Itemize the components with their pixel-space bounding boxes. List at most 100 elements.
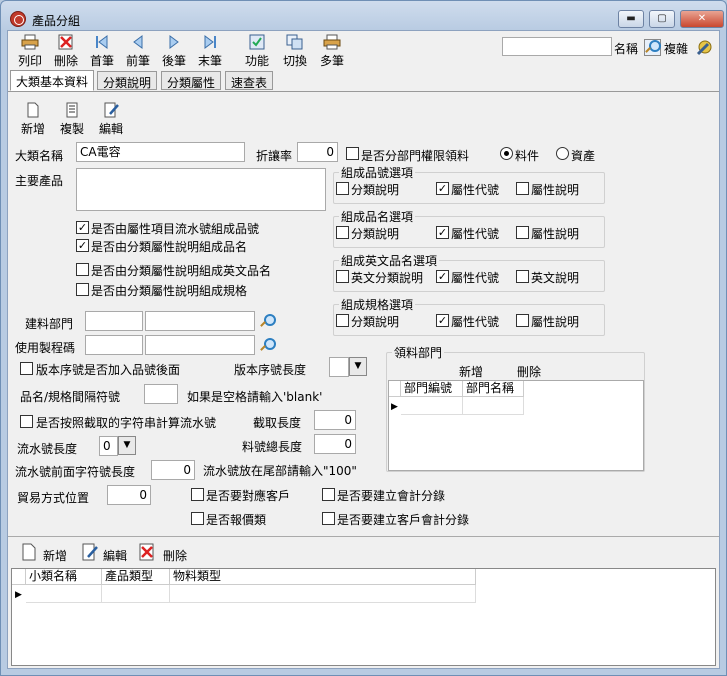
add-label: 新增: [20, 122, 45, 136]
dept-delete-button[interactable]: 刪除: [517, 363, 541, 380]
name-sep-input[interactable]: [144, 384, 178, 404]
bottom-edit-button[interactable]: 編輯: [103, 547, 127, 564]
part-name-opt3-checkbox[interactable]: [516, 226, 529, 239]
total-len-input[interactable]: 0: [314, 434, 356, 454]
toolbar-search-input[interactable]: [502, 37, 612, 56]
bottom-add-button[interactable]: 新增: [43, 547, 67, 564]
sub-row-material-type-cell[interactable]: [170, 585, 476, 603]
serial-len-dropdown[interactable]: ▼: [118, 436, 136, 455]
check-attr-eng-name[interactable]: [76, 263, 89, 276]
dept-permission-checkbox[interactable]: [346, 147, 359, 160]
dept-row-name-cell[interactable]: [463, 397, 524, 415]
minimize-button[interactable]: ▬: [618, 10, 644, 28]
spec-opt3-checkbox[interactable]: [516, 314, 529, 327]
trade-pos-input[interactable]: 0: [107, 485, 151, 505]
part-name-opt2-checkbox[interactable]: ✓: [436, 226, 449, 239]
tab-quick-lookup[interactable]: 速查表: [225, 71, 274, 90]
create-cust-acct-checkbox[interactable]: [322, 512, 335, 525]
close-button[interactable]: ✕: [680, 10, 724, 28]
trade-pos-label: 貿易方式位置: [17, 491, 90, 505]
match-customer-label: 是否要對應客戶: [206, 489, 291, 503]
version-len-dropdown[interactable]: ▼: [349, 357, 367, 376]
part-no-options-group: 組成品號選項 分類說明 ✓ 屬性代號 屬性說明: [333, 164, 605, 204]
next-record-button[interactable]: 後筆: [154, 31, 194, 73]
dept-grid-col-name: 部門名稱: [463, 381, 524, 397]
check-attr-spec[interactable]: [76, 283, 89, 296]
need-quote-checkbox[interactable]: [191, 512, 204, 525]
maximize-button[interactable]: ▢: [649, 10, 675, 28]
build-dept-code-input[interactable]: [85, 311, 143, 331]
cut-len-input[interactable]: 0: [314, 410, 356, 430]
serial-len-select[interactable]: 0: [99, 436, 118, 456]
bottom-edit-icon[interactable]: [81, 543, 99, 561]
check-attr-name-label: 是否由分類屬性說明組成品名: [91, 240, 248, 254]
dept-grid-col-code: 部門編號: [401, 381, 463, 397]
sub-row-product-type-cell[interactable]: [102, 585, 170, 603]
need-quote-label: 是否報價類: [206, 513, 267, 527]
copy-button[interactable]: 複製: [52, 99, 92, 141]
switch-button[interactable]: 切換: [275, 31, 315, 73]
dept-row-indicator: ▶: [391, 402, 398, 412]
category-name-input[interactable]: CA電容: [76, 142, 245, 162]
last-record-button[interactable]: 末筆: [190, 31, 230, 73]
match-customer-checkbox[interactable]: [191, 488, 204, 501]
delete-button[interactable]: 刪除: [46, 31, 86, 73]
eng-name-opt3-label: 英文說明: [531, 271, 580, 285]
eng-name-opt3-checkbox[interactable]: [516, 270, 529, 283]
sub-grid-corner: [12, 569, 26, 585]
search-icon[interactable]: [644, 39, 661, 56]
bottom-delete-icon[interactable]: [138, 543, 156, 561]
settings-icon[interactable]: [694, 36, 716, 58]
prev-record-button[interactable]: 前筆: [118, 31, 158, 73]
material-radio[interactable]: [500, 147, 513, 160]
part-name-opt1-checkbox[interactable]: [336, 226, 349, 239]
bottom-delete-button[interactable]: 刪除: [163, 547, 187, 564]
version-len-select[interactable]: [329, 357, 349, 377]
asset-radio[interactable]: [556, 147, 569, 160]
dept-add-button[interactable]: 新增: [459, 363, 483, 380]
sub-row-name-cell[interactable]: [26, 585, 102, 603]
use-code-label: 使用製程碼: [15, 341, 76, 355]
spec-opt2-label: 屬性代號: [451, 315, 500, 329]
check-attr-name[interactable]: ✓: [76, 239, 89, 252]
part-no-opt3-checkbox[interactable]: [516, 182, 529, 195]
serial-prefix-len-input[interactable]: 0: [151, 460, 195, 480]
print-button[interactable]: 列印: [10, 31, 50, 73]
main-product-textarea[interactable]: [76, 168, 326, 211]
multi-record-button[interactable]: 多筆: [312, 31, 352, 73]
function-icon: [249, 34, 265, 50]
spec-opt2-checkbox[interactable]: ✓: [436, 314, 449, 327]
first-record-button[interactable]: 首筆: [82, 31, 122, 73]
part-name-opt2-label: 屬性代號: [451, 227, 500, 241]
printer-icon: [21, 34, 39, 50]
part-no-opt2-checkbox[interactable]: ✓: [436, 182, 449, 195]
spec-opt1-checkbox[interactable]: [336, 314, 349, 327]
build-dept-label: 建料部門: [25, 317, 74, 331]
use-code-input[interactable]: [85, 335, 143, 355]
check-serial-partno[interactable]: ✓: [76, 221, 89, 234]
eng-name-opt1-checkbox[interactable]: [336, 270, 349, 283]
eng-name-opt2-checkbox[interactable]: ✓: [436, 270, 449, 283]
dept-row-code-cell[interactable]: [401, 397, 463, 415]
tab-basic[interactable]: 大類基本資料: [10, 70, 95, 91]
discount-input[interactable]: 0: [297, 142, 338, 162]
use-code-name-input[interactable]: [145, 335, 255, 355]
version-len-label: 版本序號長度: [234, 363, 307, 377]
tab-category-desc[interactable]: 分類說明: [97, 71, 158, 90]
version-suffix-checkbox[interactable]: [20, 362, 33, 375]
build-dept-name-input[interactable]: [145, 311, 255, 331]
dept-panel: 領料部門 新增 刪除 部門編號 部門名稱 ▶: [386, 344, 645, 472]
part-no-opt1-checkbox[interactable]: [336, 182, 349, 195]
client-area: 列印 刪除 首筆 前筆 後筆 末筆 功能 切換 多筆 名稱 複雜 大類基本資料 …: [7, 30, 720, 669]
edit-button[interactable]: 編輯: [91, 99, 131, 141]
bottom-new-icon[interactable]: [21, 543, 37, 561]
function-button[interactable]: 功能: [237, 31, 277, 73]
add-button[interactable]: 新增: [13, 99, 53, 141]
cut-by-char-checkbox[interactable]: [20, 415, 33, 428]
build-dept-search-icon[interactable]: [260, 314, 276, 328]
use-code-search-icon[interactable]: [260, 338, 276, 352]
create-acct-checkbox[interactable]: [322, 488, 335, 501]
tab-category-attr[interactable]: 分類屬性: [161, 71, 222, 90]
copy-icon: [66, 102, 78, 118]
name-sep-label: 品名/規格間隔符號: [20, 390, 121, 404]
